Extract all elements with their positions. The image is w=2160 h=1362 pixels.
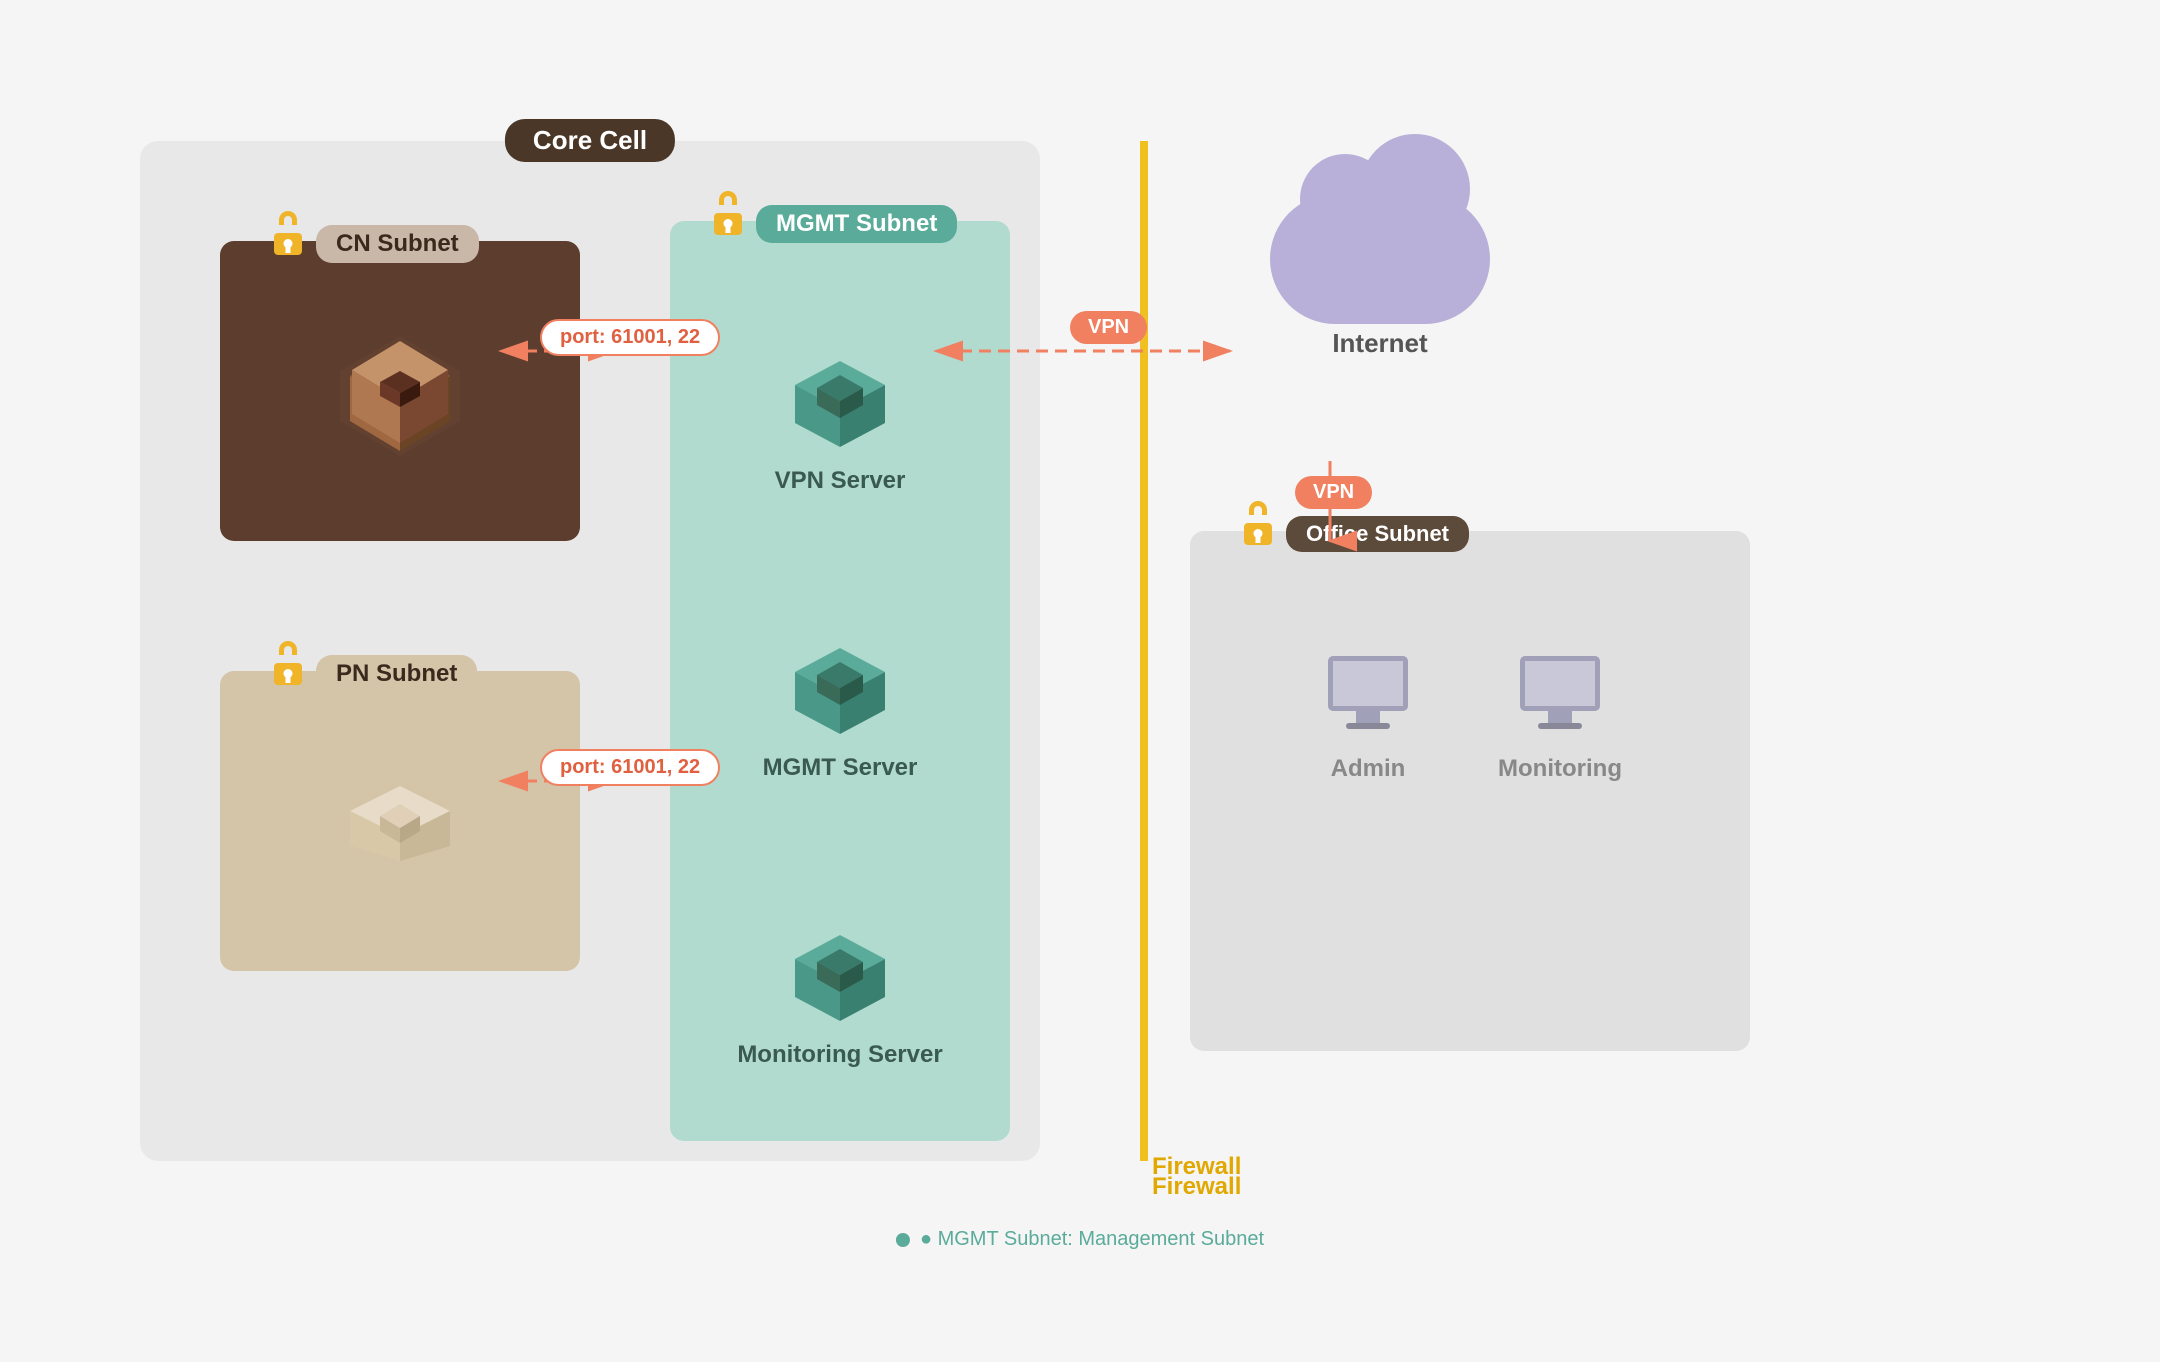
internet-cloud — [1270, 194, 1490, 324]
mgmt-server-label: MGMT Server — [763, 754, 918, 782]
office-subnet-name: Office Subnet — [1286, 516, 1469, 552]
mgmt-lock-icon — [710, 203, 746, 245]
cn-subnet: CN Subnet — [220, 241, 580, 541]
legend-dot — [896, 1233, 910, 1247]
mgmt-subnet-name: MGMT Subnet — [756, 205, 957, 243]
pn-cube-icon — [335, 766, 465, 876]
monitoring-device: Monitoring — [1498, 651, 1622, 783]
monitoring-server-icon — [785, 927, 895, 1027]
vpn-server-label: VPN Server — [775, 467, 906, 495]
cn-subnet-label: CN Subnet — [270, 223, 479, 265]
pn-subnet-label: PN Subnet — [270, 653, 477, 695]
legend: ● MGMT Subnet: Management Subnet — [896, 1228, 1264, 1251]
vpn-label-1: VPN — [1070, 311, 1147, 344]
cn-cube-icon — [330, 326, 470, 456]
office-subnet-label: Office Subnet — [1240, 513, 1469, 555]
core-cell: Core Cell CN Subnet — [140, 141, 1040, 1161]
vpn-label-2: VPN — [1295, 476, 1372, 509]
mgmt-server-list: VPN Server MGMT Server — [670, 221, 1010, 1141]
vpn-server-item: VPN Server — [775, 281, 906, 568]
core-cell-label: Core Cell — [505, 119, 675, 162]
cn-lock-icon — [270, 223, 306, 265]
legend-text: ● MGMT Subnet: Management Subnet — [920, 1228, 1264, 1251]
pn-port-label: port: 61001, 22 — [540, 749, 720, 786]
pn-subnet-name: PN Subnet — [316, 655, 477, 693]
pn-subnet: PN Subnet — [220, 671, 580, 971]
pn-cube-container — [220, 671, 580, 971]
office-lock-icon — [1240, 513, 1276, 555]
internet-label: Internet — [1332, 328, 1427, 359]
diagram-container: Core Cell CN Subnet — [80, 81, 2080, 1281]
mgmt-server-icon — [785, 640, 895, 740]
firewall-line — [1140, 141, 1148, 1161]
vpn-server-icon — [785, 353, 895, 453]
internet-zone: Internet — [1230, 161, 1530, 411]
office-subnet: Office Subnet Admin — [1190, 531, 1750, 1051]
cn-subnet-name: CN Subnet — [316, 225, 479, 263]
mgmt-subnet-label: MGMT Subnet — [710, 203, 957, 245]
mgmt-subnet: MGMT Subnet VPN Server — [670, 221, 1010, 1141]
pn-lock-icon — [270, 653, 306, 695]
mgmt-server-item: MGMT Server — [763, 568, 918, 855]
monitoring-label: Monitoring — [1498, 755, 1622, 783]
monitoring-server-item: Monitoring Server — [737, 854, 942, 1141]
monitoring-server-label: Monitoring Server — [737, 1041, 942, 1069]
admin-monitor-icon — [1318, 651, 1418, 741]
firewall-text-label: Firewall — [1152, 1153, 1241, 1181]
admin-device: Admin — [1318, 651, 1418, 783]
cn-cube-container — [220, 241, 580, 541]
monitoring-monitor-icon — [1510, 651, 1610, 741]
cn-port-label: port: 61001, 22 — [540, 319, 720, 356]
admin-label: Admin — [1331, 755, 1406, 783]
office-devices: Admin Monitoring — [1190, 531, 1750, 783]
